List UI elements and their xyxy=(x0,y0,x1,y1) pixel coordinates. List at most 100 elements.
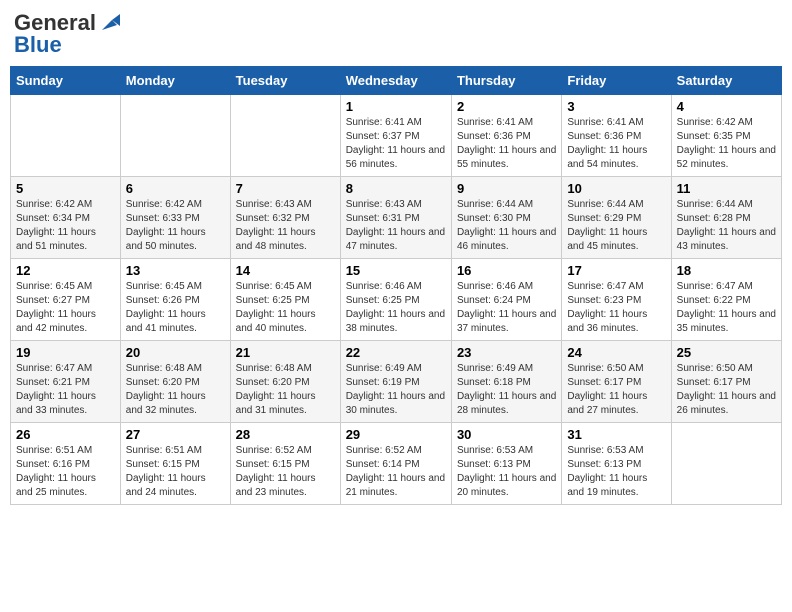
day-info: Sunrise: 6:46 AMSunset: 6:24 PMDaylight:… xyxy=(457,280,556,336)
day-info: Sunrise: 6:51 AMSunset: 6:16 PMDaylight:… xyxy=(16,444,115,500)
day-cell: 30 Sunrise: 6:53 AMSunset: 6:13 PMDayligh… xyxy=(451,423,561,505)
day-headers: SundayMondayTuesdayWednesdayThursdayFrid… xyxy=(11,67,782,95)
day-header-friday: Friday xyxy=(562,67,671,95)
day-number: 6 xyxy=(126,181,225,196)
day-header-sunday: Sunday xyxy=(11,67,121,95)
day-number: 3 xyxy=(567,99,665,114)
day-number: 13 xyxy=(126,263,225,278)
day-header-tuesday: Tuesday xyxy=(230,67,340,95)
day-cell: 4 Sunrise: 6:42 AMSunset: 6:35 PMDaylight… xyxy=(671,95,781,177)
week-row-1: 1 Sunrise: 6:41 AMSunset: 6:37 PMDaylight… xyxy=(11,95,782,177)
day-cell: 21 Sunrise: 6:48 AMSunset: 6:20 PMDayligh… xyxy=(230,341,340,423)
day-number: 30 xyxy=(457,427,556,442)
day-number: 11 xyxy=(677,181,776,196)
header: General Blue xyxy=(10,10,782,58)
day-number: 27 xyxy=(126,427,225,442)
day-number: 7 xyxy=(236,181,335,196)
week-row-2: 5 Sunrise: 6:42 AMSunset: 6:34 PMDaylight… xyxy=(11,177,782,259)
day-number: 5 xyxy=(16,181,115,196)
day-cell xyxy=(671,423,781,505)
day-info: Sunrise: 6:44 AMSunset: 6:28 PMDaylight:… xyxy=(677,198,776,254)
day-number: 4 xyxy=(677,99,776,114)
day-info: Sunrise: 6:45 AMSunset: 6:26 PMDaylight:… xyxy=(126,280,225,336)
day-info: Sunrise: 6:41 AMSunset: 6:36 PMDaylight:… xyxy=(457,116,556,172)
day-cell: 24 Sunrise: 6:50 AMSunset: 6:17 PMDayligh… xyxy=(562,341,671,423)
day-cell: 22 Sunrise: 6:49 AMSunset: 6:19 PMDayligh… xyxy=(340,341,451,423)
day-cell xyxy=(120,95,230,177)
day-number: 1 xyxy=(346,99,446,114)
day-info: Sunrise: 6:43 AMSunset: 6:31 PMDaylight:… xyxy=(346,198,446,254)
day-cell: 9Sunrise: 6:44 AMSunset: 6:30 PMDaylight… xyxy=(451,177,561,259)
day-number: 2 xyxy=(457,99,556,114)
day-number: 17 xyxy=(567,263,665,278)
logo-icon xyxy=(98,12,120,34)
day-number: 9 xyxy=(457,181,556,196)
day-header-monday: Monday xyxy=(120,67,230,95)
calendar: SundayMondayTuesdayWednesdayThursdayFrid… xyxy=(10,66,782,505)
day-info: Sunrise: 6:47 AMSunset: 6:22 PMDaylight:… xyxy=(677,280,776,336)
logo-blue: Blue xyxy=(14,32,62,58)
day-info: Sunrise: 6:43 AMSunset: 6:32 PMDaylight:… xyxy=(236,198,335,254)
day-number: 21 xyxy=(236,345,335,360)
day-info: Sunrise: 6:53 AMSunset: 6:13 PMDaylight:… xyxy=(457,444,556,500)
day-cell: 20 Sunrise: 6:48 AMSunset: 6:20 PMDayligh… xyxy=(120,341,230,423)
day-info: Sunrise: 6:52 AMSunset: 6:14 PMDaylight:… xyxy=(346,444,446,500)
day-header-wednesday: Wednesday xyxy=(340,67,451,95)
day-number: 24 xyxy=(567,345,665,360)
day-cell: 6Sunrise: 6:42 AMSunset: 6:33 PMDaylight… xyxy=(120,177,230,259)
day-number: 10 xyxy=(567,181,665,196)
day-number: 31 xyxy=(567,427,665,442)
day-cell xyxy=(11,95,121,177)
day-info: Sunrise: 6:42 AMSunset: 6:34 PMDaylight:… xyxy=(16,198,115,254)
day-cell: 7 Sunrise: 6:43 AMSunset: 6:32 PMDaylight… xyxy=(230,177,340,259)
day-number: 23 xyxy=(457,345,556,360)
day-header-saturday: Saturday xyxy=(671,67,781,95)
day-number: 16 xyxy=(457,263,556,278)
day-info: Sunrise: 6:42 AMSunset: 6:35 PMDaylight:… xyxy=(677,116,776,172)
day-info: Sunrise: 6:53 AMSunset: 6:13 PMDaylight:… xyxy=(567,444,665,500)
day-cell: 12Sunrise: 6:45 AMSunset: 6:27 PMDayligh… xyxy=(11,259,121,341)
week-row-5: 26Sunrise: 6:51 AMSunset: 6:16 PMDayligh… xyxy=(11,423,782,505)
day-info: Sunrise: 6:49 AMSunset: 6:19 PMDaylight:… xyxy=(346,362,446,418)
day-info: Sunrise: 6:52 AMSunset: 6:15 PMDaylight:… xyxy=(236,444,335,500)
day-info: Sunrise: 6:48 AMSunset: 6:20 PMDaylight:… xyxy=(236,362,335,418)
day-cell: 18Sunrise: 6:47 AMSunset: 6:22 PMDayligh… xyxy=(671,259,781,341)
day-info: Sunrise: 6:45 AMSunset: 6:27 PMDaylight:… xyxy=(16,280,115,336)
day-info: Sunrise: 6:46 AMSunset: 6:25 PMDaylight:… xyxy=(346,280,446,336)
day-cell: 17 Sunrise: 6:47 AMSunset: 6:23 PMDayligh… xyxy=(562,259,671,341)
day-number: 15 xyxy=(346,263,446,278)
day-number: 22 xyxy=(346,345,446,360)
day-cell: 28 Sunrise: 6:52 AMSunset: 6:15 PMDayligh… xyxy=(230,423,340,505)
day-cell: 29 Sunrise: 6:52 AMSunset: 6:14 PMDayligh… xyxy=(340,423,451,505)
day-cell: 13 Sunrise: 6:45 AMSunset: 6:26 PMDayligh… xyxy=(120,259,230,341)
day-number: 8 xyxy=(346,181,446,196)
day-info: Sunrise: 6:47 AMSunset: 6:23 PMDaylight:… xyxy=(567,280,665,336)
day-number: 25 xyxy=(677,345,776,360)
day-info: Sunrise: 6:48 AMSunset: 6:20 PMDaylight:… xyxy=(126,362,225,418)
day-cell: 23 Sunrise: 6:49 AMSunset: 6:18 PMDayligh… xyxy=(451,341,561,423)
day-info: Sunrise: 6:44 AMSunset: 6:29 PMDaylight:… xyxy=(567,198,665,254)
day-number: 19 xyxy=(16,345,115,360)
day-info: Sunrise: 6:41 AMSunset: 6:36 PMDaylight:… xyxy=(567,116,665,172)
day-cell: 14 Sunrise: 6:45 AMSunset: 6:25 PMDayligh… xyxy=(230,259,340,341)
logo: General Blue xyxy=(14,10,120,58)
day-info: Sunrise: 6:50 AMSunset: 6:17 PMDaylight:… xyxy=(567,362,665,418)
day-header-thursday: Thursday xyxy=(451,67,561,95)
day-cell: 3 Sunrise: 6:41 AMSunset: 6:36 PMDaylight… xyxy=(562,95,671,177)
day-info: Sunrise: 6:50 AMSunset: 6:17 PMDaylight:… xyxy=(677,362,776,418)
day-cell: 19 Sunrise: 6:47 AMSunset: 6:21 PMDayligh… xyxy=(11,341,121,423)
day-number: 20 xyxy=(126,345,225,360)
day-cell: 11 Sunrise: 6:44 AMSunset: 6:28 PMDayligh… xyxy=(671,177,781,259)
day-cell: 1 Sunrise: 6:41 AMSunset: 6:37 PMDaylight… xyxy=(340,95,451,177)
day-cell: 31 Sunrise: 6:53 AMSunset: 6:13 PMDayligh… xyxy=(562,423,671,505)
day-number: 14 xyxy=(236,263,335,278)
day-number: 29 xyxy=(346,427,446,442)
day-cell: 15 Sunrise: 6:46 AMSunset: 6:25 PMDayligh… xyxy=(340,259,451,341)
day-info: Sunrise: 6:41 AMSunset: 6:37 PMDaylight:… xyxy=(346,116,446,172)
day-info: Sunrise: 6:47 AMSunset: 6:21 PMDaylight:… xyxy=(16,362,115,418)
day-cell: 5 Sunrise: 6:42 AMSunset: 6:34 PMDaylight… xyxy=(11,177,121,259)
day-number: 28 xyxy=(236,427,335,442)
day-info: Sunrise: 6:45 AMSunset: 6:25 PMDaylight:… xyxy=(236,280,335,336)
day-cell: 26Sunrise: 6:51 AMSunset: 6:16 PMDayligh… xyxy=(11,423,121,505)
day-info: Sunrise: 6:49 AMSunset: 6:18 PMDaylight:… xyxy=(457,362,556,418)
